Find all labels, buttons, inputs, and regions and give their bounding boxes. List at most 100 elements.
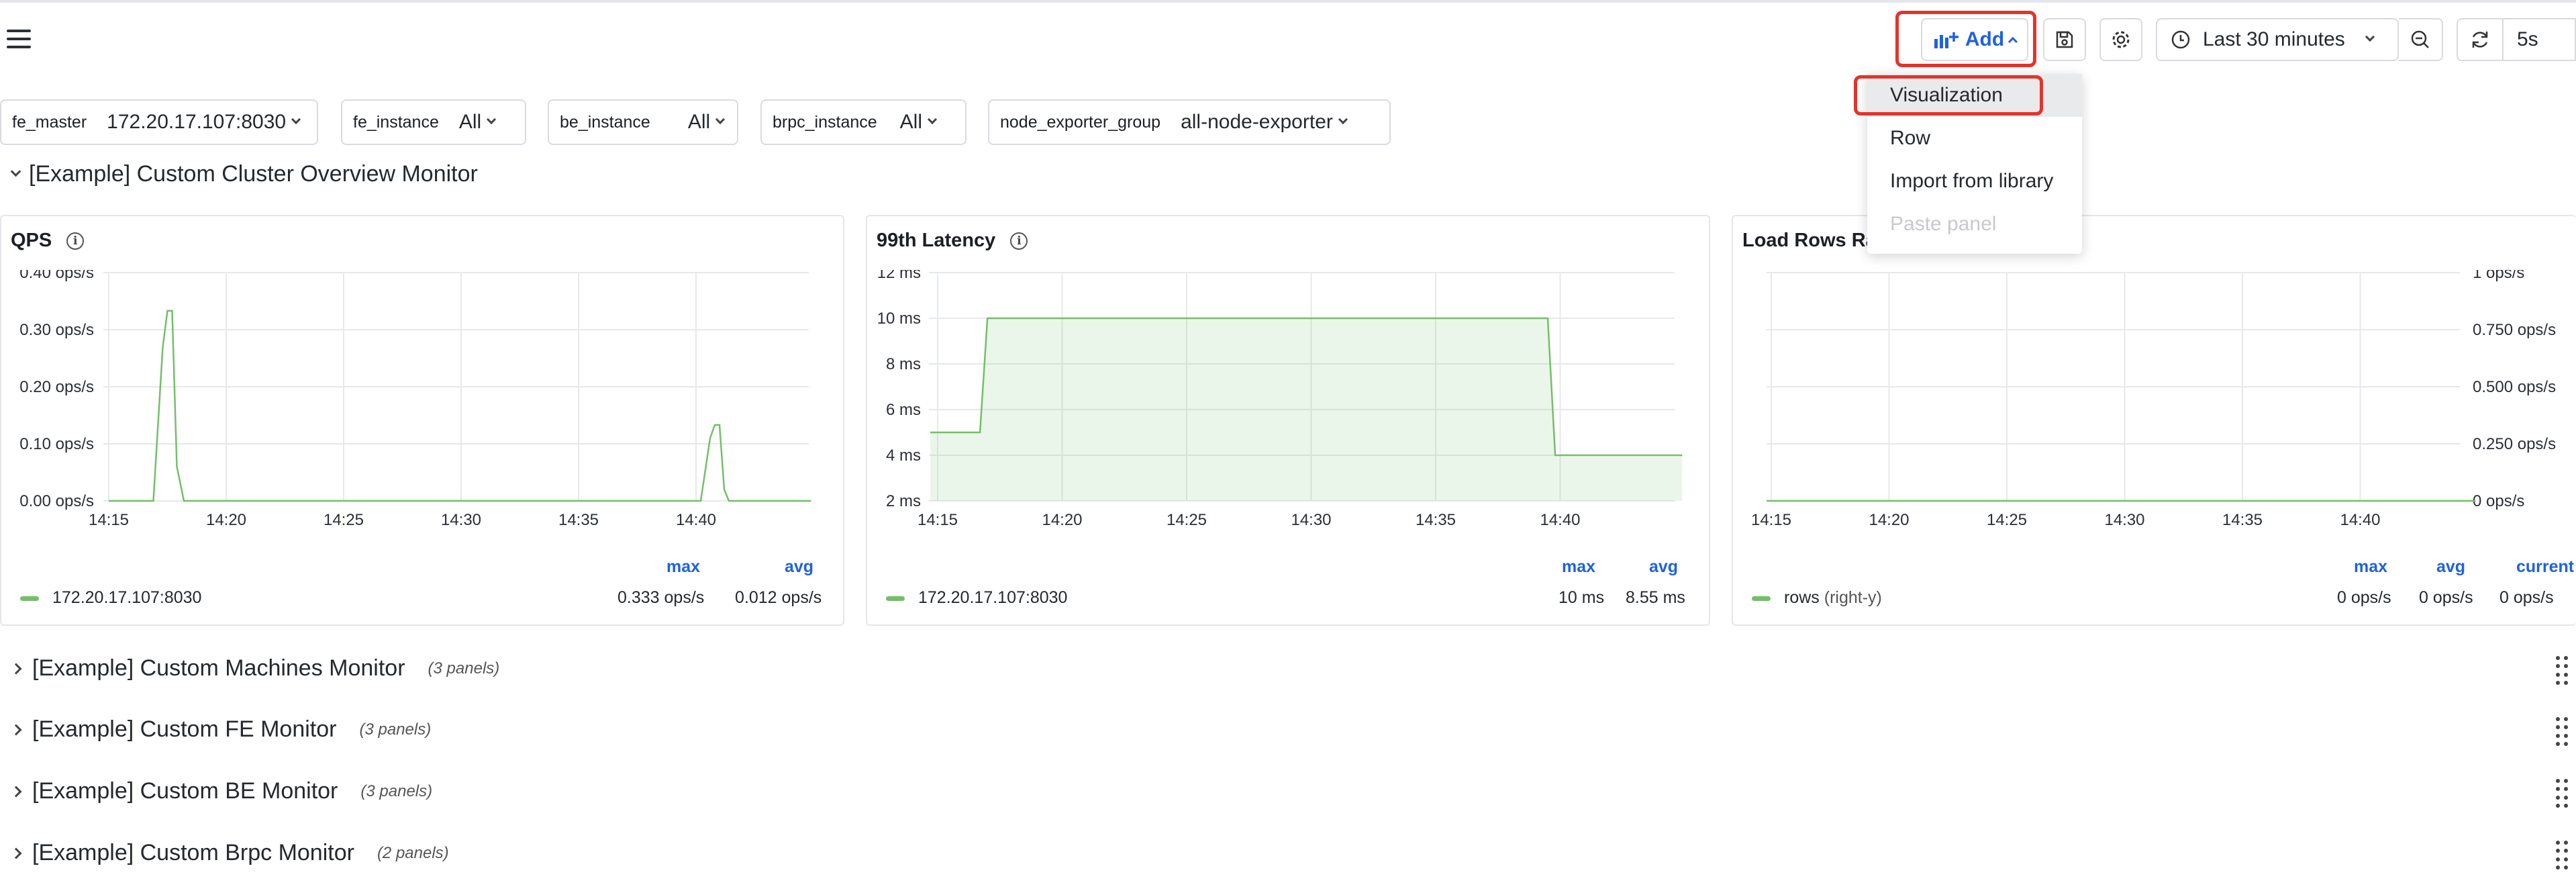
row-title: [Example] Custom Cluster Overview Monito… bbox=[29, 161, 478, 187]
refresh-button[interactable] bbox=[2457, 18, 2504, 61]
variable-value-text: All bbox=[687, 111, 711, 133]
legend-max-value: 0 ops/s bbox=[2337, 588, 2391, 607]
save-icon bbox=[2056, 31, 2073, 48]
menu-item-visualization[interactable]: Visualization bbox=[1867, 74, 2082, 117]
variable-value: All bbox=[661, 101, 733, 144]
legend-series-name: rows bbox=[1784, 588, 1820, 607]
refresh-interval-picker[interactable]: 5s bbox=[2504, 18, 2576, 61]
menu-toggle-icon[interactable] bbox=[5, 27, 32, 51]
menu-item-paste-panel: Paste panel bbox=[1890, 213, 1997, 235]
legend-header-max: max bbox=[1562, 557, 1596, 576]
variable-label: brpc_instance bbox=[773, 112, 877, 132]
chevron-down-icon bbox=[927, 114, 938, 125]
row-header-brpc[interactable]: [Example] Custom Brpc Monitor (2 panels) bbox=[10, 840, 449, 866]
variable-brpc-instance[interactable]: brpc_instance All bbox=[760, 99, 967, 145]
legend-series-suffix: (right-y) bbox=[1824, 588, 1882, 607]
chevron-right-icon bbox=[10, 663, 22, 674]
row-panel-count: (3 panels) bbox=[359, 720, 432, 739]
x-axis-tick-label: 14:40 bbox=[676, 511, 716, 529]
menu-item-import-from-library[interactable]: Import from library bbox=[1867, 160, 2082, 203]
add-button[interactable]: Add bbox=[1921, 18, 2028, 61]
chevron-down-icon bbox=[1338, 114, 1348, 125]
variable-fe-master[interactable]: fe_master 172.20.17.107:8030 bbox=[0, 99, 318, 145]
legend-header-avg: avg bbox=[1649, 557, 1679, 576]
legend-swatch bbox=[1752, 596, 1771, 601]
refresh-interval-label: 5s bbox=[2517, 28, 2538, 50]
legend-avg-value: 0 ops/s bbox=[2419, 588, 2473, 607]
row-header-be[interactable]: [Example] Custom BE Monitor (3 panels) bbox=[10, 778, 432, 804]
y-axis-tick-label: 0.20 ops/s bbox=[19, 378, 94, 396]
legend-series[interactable]: 172.20.17.107:8030 bbox=[886, 588, 1067, 608]
row-header-cluster-overview[interactable]: [Example] Custom Cluster Overview Monito… bbox=[10, 161, 478, 187]
panel-qps[interactable]: QPS i 0.00 ops/s 0.10 ops/s 0.20 ops/s 0.30… bbox=[0, 215, 844, 626]
variable-be-instance[interactable]: be_instance All bbox=[548, 99, 738, 145]
row-drag-handle-icon[interactable] bbox=[2556, 717, 2569, 747]
variable-value-text: All bbox=[458, 111, 482, 133]
y-axis-tick-label: 0.750 ops/s bbox=[2473, 321, 2556, 339]
x-axis-tick-label: 14:25 bbox=[1987, 511, 2027, 529]
panel-title: QPS i bbox=[11, 230, 85, 252]
row-panel-count: (2 panels) bbox=[377, 843, 449, 862]
variable-value: All bbox=[450, 101, 504, 144]
zoom-out-button[interactable] bbox=[2399, 18, 2443, 61]
variable-value: 172.20.17.107:8030 bbox=[97, 101, 309, 144]
time-range-picker[interactable]: Last 30 minutes bbox=[2156, 18, 2399, 61]
legend-series[interactable]: rows (right-y) bbox=[1752, 588, 1882, 608]
row-header-fe[interactable]: [Example] Custom FE Monitor (3 panels) bbox=[10, 716, 432, 743]
legend-header-avg: avg bbox=[2436, 557, 2466, 576]
add-button-label: Add bbox=[1965, 28, 2005, 50]
row-drag-handle-icon[interactable] bbox=[2556, 779, 2569, 808]
row-title: [Example] Custom BE Monitor bbox=[32, 778, 338, 804]
y-axis-tick-label: 6 ms bbox=[886, 401, 921, 419]
series-line bbox=[109, 310, 811, 502]
x-axis-tick-label: 14:30 bbox=[1291, 511, 1331, 529]
qps-chart: 0.00 ops/s 0.10 ops/s 0.20 ops/s 0.30 ops/s… bbox=[19, 270, 811, 529]
y-axis-tick-label: 10 ms bbox=[877, 310, 921, 328]
y-axis-tick-label: 0 ops/s bbox=[2473, 492, 2524, 510]
x-axis-tick-label: 14:20 bbox=[1869, 511, 1909, 529]
chevron-down-icon bbox=[487, 114, 497, 125]
info-icon[interactable]: i bbox=[66, 232, 85, 250]
panel-load-rows-rate[interactable]: Load Rows Ra 0 ops/s 0.250 ops/s 0.500 ops… bbox=[1732, 215, 2576, 626]
legend-series-name: 172.20.17.107:8030 bbox=[918, 588, 1068, 607]
legend-swatch bbox=[20, 596, 39, 601]
row-header-machines[interactable]: [Example] Custom Machines Monitor (3 pan… bbox=[10, 655, 500, 682]
row-panel-count: (3 panels) bbox=[428, 659, 500, 677]
chevron-down-icon bbox=[10, 166, 21, 177]
y-axis-tick-label: 0.30 ops/s bbox=[19, 321, 94, 339]
menu-item-row[interactable]: Row bbox=[1867, 117, 2082, 160]
variable-value: All bbox=[888, 101, 945, 144]
x-axis-tick-label: 14:25 bbox=[1167, 511, 1207, 529]
save-dashboard-button[interactable] bbox=[2043, 18, 2086, 61]
x-axis-tick-label: 14:15 bbox=[1751, 511, 1791, 529]
x-axis-tick-label: 14:30 bbox=[2104, 511, 2144, 529]
x-axis-tick-label: 14:40 bbox=[2340, 511, 2380, 529]
y-axis-tick-label: 1 ops/s bbox=[2473, 270, 2524, 282]
row-drag-handle-icon[interactable] bbox=[2556, 656, 2569, 686]
legend-series[interactable]: 172.20.17.107:8030 bbox=[20, 588, 201, 608]
load-rows-chart: 0 ops/s 0.250 ops/s 0.500 ops/s 0.750 ops/s… bbox=[1751, 270, 2556, 529]
info-icon[interactable]: i bbox=[1010, 232, 1028, 250]
variable-node-exporter-group[interactable]: node_exporter_group all-node-exporter bbox=[988, 99, 1391, 145]
variable-fe-instance[interactable]: fe_instance All bbox=[341, 99, 526, 145]
chevron-down-icon bbox=[2365, 32, 2375, 42]
y-axis-tick-label: 8 ms bbox=[886, 355, 921, 373]
top-border bbox=[0, 0, 2576, 3]
panel-title: 99th Latency i bbox=[877, 230, 1028, 252]
row-title: [Example] Custom FE Monitor bbox=[32, 716, 337, 742]
chevron-right-icon bbox=[10, 847, 22, 859]
row-title: [Example] Custom Machines Monitor bbox=[32, 655, 405, 681]
variable-label: node_exporter_group bbox=[1000, 112, 1161, 132]
variable-value: all-node-exporter bbox=[1171, 101, 1356, 144]
legend-current-value: 0 ops/s bbox=[2499, 588, 2554, 607]
zoom-out-icon bbox=[2411, 30, 2429, 48]
gear-icon bbox=[2112, 31, 2130, 48]
x-axis-tick-label: 14:20 bbox=[206, 511, 246, 529]
chevron-down-icon bbox=[291, 114, 301, 125]
row-drag-handle-icon[interactable] bbox=[2556, 841, 2569, 870]
x-axis-tick-label: 14:15 bbox=[918, 511, 958, 529]
dashboard-settings-button[interactable] bbox=[2099, 18, 2142, 61]
x-axis-tick-label: 14:35 bbox=[1416, 511, 1456, 529]
y-axis-tick-label: 2 ms bbox=[886, 492, 921, 510]
panel-99th-latency[interactable]: 99th Latency i 2 ms 4 ms 6 ms 8 ms 10 ms 12 m… bbox=[866, 215, 1710, 626]
